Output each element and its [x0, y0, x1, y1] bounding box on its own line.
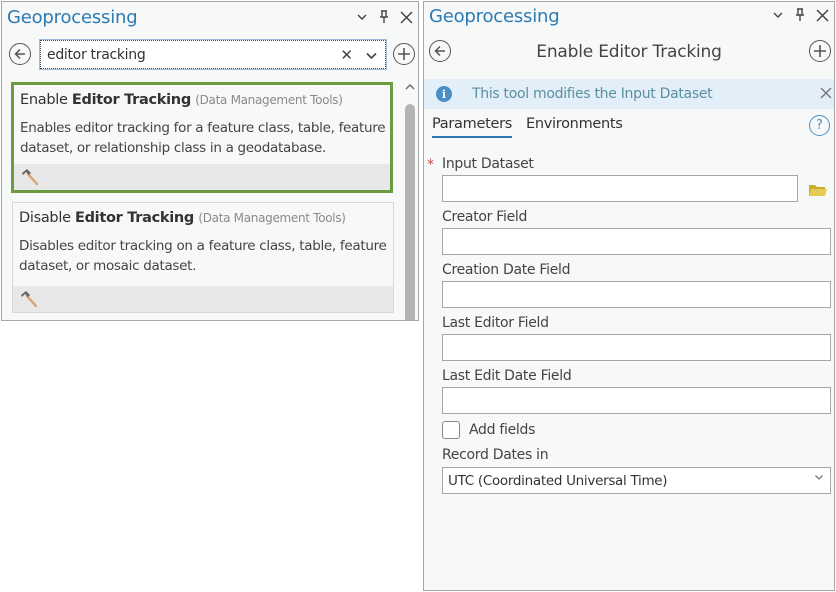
- result-footer: [14, 164, 390, 190]
- add-fields-label: Add fields: [469, 422, 536, 438]
- pane-controls: [770, 6, 830, 24]
- tool-title: Enable Editor Tracking: [536, 42, 722, 62]
- pin-icon[interactable]: [376, 8, 392, 26]
- pane-title: Geoprocessing: [7, 7, 138, 28]
- pane-options-chevron-icon[interactable]: [770, 6, 786, 24]
- back-button[interactable]: [9, 43, 31, 65]
- result-title-bold: Editor Tracking: [75, 210, 194, 226]
- scroll-up-chevron-icon[interactable]: [405, 82, 415, 93]
- result-title-prefix: Enable: [20, 92, 72, 108]
- dropdown-chevron-icon: [815, 475, 823, 480]
- input-dataset-field[interactable]: [442, 175, 798, 202]
- tool-search-box[interactable]: ✕: [39, 39, 387, 70]
- result-toolbox: (Data Management Tools): [195, 93, 343, 107]
- pane-title: Geoprocessing: [429, 6, 560, 27]
- geoprocessing-search-pane: Geoprocessing ✕ Enable Editor Tracking (…: [1, 1, 419, 321]
- browse-folder-icon[interactable]: [808, 182, 828, 198]
- last-editor-field-input[interactable]: [442, 334, 831, 361]
- result-description: Disables editor tracking on a feature cl…: [19, 238, 387, 274]
- last-edit-date-field-input[interactable]: [442, 387, 831, 414]
- last-editor-field-label: Last Editor Field: [442, 315, 549, 331]
- creation-date-field-label: Creation Date Field: [442, 262, 571, 278]
- result-title: Disable Editor Tracking (Data Management…: [19, 210, 346, 226]
- results-scrollbar[interactable]: [402, 82, 418, 320]
- result-toolbox: (Data Management Tools): [198, 211, 346, 225]
- help-button[interactable]: ?: [809, 115, 830, 136]
- pane-controls: [354, 8, 414, 26]
- add-fields-checkbox[interactable]: [442, 421, 460, 439]
- last-edit-date-field-label: Last Edit Date Field: [442, 368, 572, 384]
- required-marker: *: [427, 157, 434, 173]
- close-pane-icon[interactable]: [814, 6, 830, 24]
- result-title: Enable Editor Tracking (Data Management …: [20, 92, 343, 108]
- close-pane-icon[interactable]: [398, 8, 414, 26]
- scroll-thumb[interactable]: [405, 104, 415, 320]
- info-message-bar: i This tool modifies the Input Dataset: [424, 79, 834, 109]
- result-title-bold: Editor Tracking: [71, 92, 191, 108]
- input-dataset-label: Input Dataset: [442, 156, 534, 172]
- record-dates-select[interactable]: UTC (Coordinated Universal Time): [442, 467, 831, 494]
- add-button[interactable]: [393, 43, 415, 65]
- info-message: This tool modifies the Input Dataset: [472, 86, 713, 102]
- hammer-icon: [21, 291, 38, 308]
- tab-parameters[interactable]: Parameters: [432, 116, 512, 138]
- clear-search-icon[interactable]: ✕: [340, 46, 353, 64]
- plus-icon: [814, 45, 826, 57]
- result-title-prefix: Disable: [19, 210, 75, 226]
- tab-environments[interactable]: Environments: [526, 116, 623, 132]
- search-result-enable-editor-tracking[interactable]: Enable Editor Tracking (Data Management …: [11, 82, 393, 193]
- result-footer: [13, 286, 393, 312]
- geoprocessing-tool-pane: Geoprocessing Enable Editor Tracking i T…: [423, 1, 835, 591]
- plus-icon: [398, 48, 410, 60]
- creator-field-input[interactable]: [442, 228, 831, 255]
- pane-options-chevron-icon[interactable]: [354, 8, 370, 26]
- search-dropdown-chevron-icon[interactable]: [366, 45, 377, 64]
- add-button[interactable]: [809, 40, 831, 62]
- search-input[interactable]: [47, 45, 327, 65]
- creation-date-field-input[interactable]: [442, 281, 831, 308]
- back-arrow-icon: [14, 48, 25, 60]
- record-dates-label: Record Dates in: [442, 447, 549, 463]
- pin-icon[interactable]: [792, 6, 808, 24]
- info-icon: i: [436, 86, 452, 102]
- dismiss-message-icon[interactable]: [820, 84, 832, 103]
- record-dates-value: UTC (Coordinated Universal Time): [448, 473, 668, 489]
- creator-field-label: Creator Field: [442, 209, 528, 225]
- hammer-icon: [22, 169, 39, 186]
- search-result-disable-editor-tracking[interactable]: Disable Editor Tracking (Data Management…: [12, 202, 394, 313]
- result-description: Enables editor tracking for a feature cl…: [20, 120, 386, 156]
- help-icon: ?: [816, 118, 823, 133]
